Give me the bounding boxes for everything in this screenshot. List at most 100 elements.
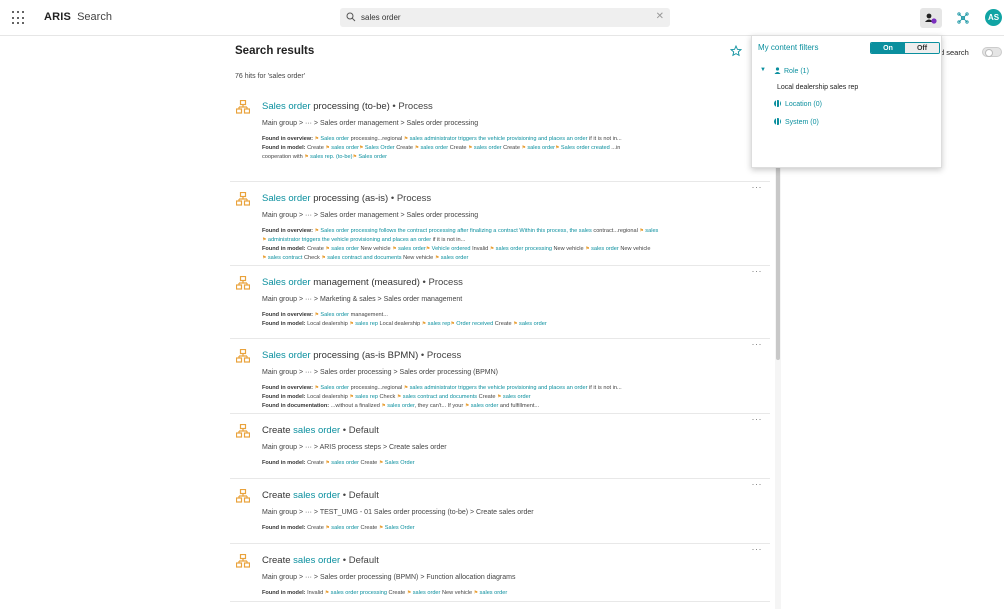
more-options-icon[interactable]: ··· [752,266,763,276]
match-text: Sales order [320,312,350,318]
result-separator: • [418,350,427,361]
match-text: Sales order processing follows the contr… [320,228,592,234]
match-text: ...in [609,145,621,151]
result-title[interactable]: Create sales order • Default [262,555,379,566]
result-type: Process [426,350,462,361]
match-text: Check [377,394,397,400]
match-text: Sales order created [560,145,610,151]
match-text: management... [349,312,388,318]
search-input[interactable] [361,10,641,25]
title-segment: processing (as-is BPMN) [310,350,419,361]
filter-location[interactable]: Location (0) [774,100,822,108]
match-text: sales order [527,145,556,151]
filter-role[interactable]: Role (1) [774,67,809,75]
content-filter-button[interactable] [920,8,942,28]
result-title[interactable]: Sales order management (measured) • Proc… [262,277,463,288]
match-label: Found in model: [262,394,308,400]
advanced-search-toggle[interactable] [982,47,1002,57]
match-text: sales order [412,590,441,596]
user-avatar[interactable]: AS [985,9,1002,26]
more-options-icon[interactable]: ··· [752,479,763,489]
globe-icon [774,118,781,125]
filter-role-value[interactable]: Local dealership sales rep [777,84,858,91]
result-breadcrumb: Main group > ··· > TEST_UMG - 01 Sales o… [262,509,534,516]
match-text: sales contract and documents [402,394,478,400]
match-text: sales order [473,145,502,151]
result-match-line: Found in overview: ⚑ Sales order process… [262,227,762,236]
match-text: sales order [440,255,469,261]
result-match-line: Found in overview: ⚑ Sales order process… [262,384,762,393]
process-model-icon [235,99,251,114]
result-title[interactable]: Sales order processing (as-is) • Process [262,193,431,204]
result-type: Default [348,425,379,436]
result-title[interactable]: Create sales order • Default [262,425,379,436]
more-options-icon[interactable]: ··· [752,339,763,349]
result-title[interactable]: Create sales order • Default [262,490,379,501]
result-match-line: ⚑ administrator triggers the vehicle pro… [262,236,762,245]
match-text: Local dealership [307,394,350,400]
match-text: Create [307,145,326,151]
match-label: Found in overview: [262,136,315,142]
result-match-line: Found in model: Create ⚑ sales order New… [262,245,762,254]
result-match-line: Found in model: Create ⚑ sales order⚑ Sa… [262,144,762,153]
match-label: Found in model: [262,246,308,252]
result-breadcrumb: Main group > ··· > Sales order managemen… [262,212,479,219]
result-match-line: Found in documentation: ...without a fin… [262,402,762,411]
result-match-line: Found in overview: ⚑ Sales order managem… [262,311,762,320]
result-breadcrumb: Main group > ··· > Sales order processin… [262,369,498,376]
match-label: Found in model: [262,525,308,531]
search-box[interactable]: ✕ [340,8,670,27]
title-segment: Sales order [262,277,311,288]
match-text: Create [386,590,407,596]
match-text: contract...regional [591,228,640,234]
scrollbar-thumb[interactable] [776,150,780,360]
search-result-item[interactable]: ··· Sales order processing (as-is BPMN) •… [230,339,770,414]
app-title: ARIS Search [44,11,112,23]
match-text: sales order [470,403,499,409]
process-model-icon [235,423,251,438]
star-icon[interactable] [730,45,742,57]
result-title[interactable]: Sales order processing (as-is BPMN) • Pr… [262,350,461,361]
top-bar: ARIS Search ✕ AS [0,0,1004,36]
title-segment: Sales order [262,193,311,204]
search-result-item[interactable]: Sales order processing (to-be) • Process… [230,90,770,182]
match-text: sales [645,228,659,234]
match-text: New vehicle [440,590,474,596]
content-filters-panel: My content filters On Off ▼ Role (1) Loc… [751,35,942,168]
match-text: processing...regional [349,385,404,391]
filter-system[interactable]: System (0) [774,118,819,126]
result-type: Process [428,277,463,288]
search-result-item[interactable]: ··· Sales order management (measured) • P… [230,266,770,339]
more-options-icon[interactable]: ··· [752,414,763,424]
clear-search-icon[interactable]: ✕ [656,11,664,22]
title-segment: Sales order [262,101,311,112]
match-text: Create [307,460,326,466]
title-segment: sales order [293,555,341,566]
match-text: sales rep [355,321,378,327]
expand-caret-icon[interactable]: ▼ [760,67,766,73]
search-result-item[interactable]: ··· Create sales order • Default Main grou… [230,414,770,479]
result-separator: • [340,490,349,501]
app-launcher-icon[interactable] [12,11,26,25]
result-breadcrumb: Main group > ··· > Sales order managemen… [262,120,479,127]
match-text: Local dealership [307,321,350,327]
result-separator: • [419,277,429,288]
result-match-line: ⚑ sales contract Check ⚑ sales contract … [262,254,762,263]
match-text: New vehicle [401,255,435,261]
filter-on-option[interactable]: On [871,43,905,53]
more-options-icon[interactable]: ··· [752,544,763,554]
search-result-item[interactable]: ··· Sales order processing (as-is) • Proc… [230,182,770,266]
result-title[interactable]: Sales order processing (to-be) • Process [262,101,433,112]
page-title: Search results [235,45,315,57]
filter-off-option[interactable]: Off [905,43,939,53]
more-options-icon[interactable]: ··· [752,182,763,192]
match-text: Check [302,255,322,261]
search-result-item[interactable]: ··· Create sales order • Default Main grou… [230,544,770,602]
globe-icon [774,100,781,107]
match-text: Create [358,525,379,531]
network-button[interactable] [952,8,974,28]
search-result-item[interactable]: ··· Create sales order • Default Main grou… [230,479,770,544]
match-text: Create [358,460,379,466]
filter-toggle[interactable]: On Off [870,42,940,54]
result-type: Process [398,101,433,112]
